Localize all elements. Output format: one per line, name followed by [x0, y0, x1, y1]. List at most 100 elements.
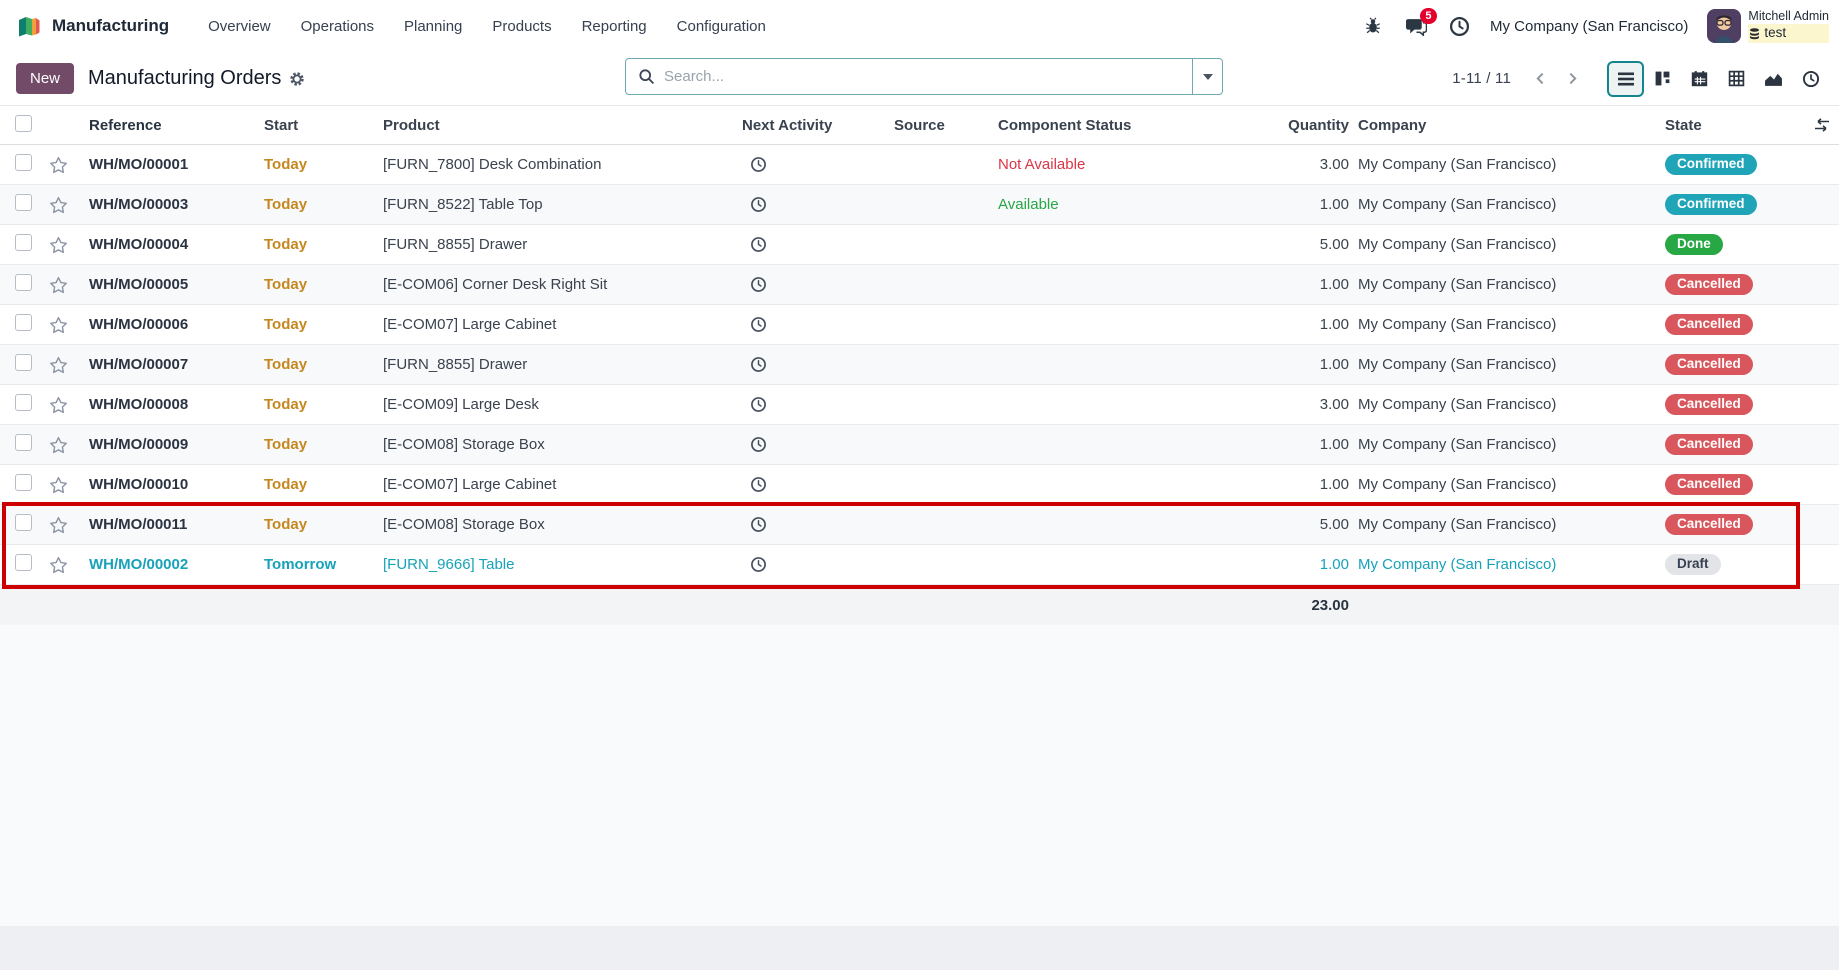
row-reference: WH/MO/00008: [76, 396, 264, 413]
company-selector[interactable]: My Company (San Francisco): [1490, 18, 1688, 35]
state-badge: Cancelled: [1665, 434, 1753, 456]
menu-planning[interactable]: Planning: [393, 10, 473, 43]
search-icon: [638, 68, 655, 85]
search-input[interactable]: [664, 68, 1180, 85]
favorite-star-icon[interactable]: [40, 516, 76, 534]
empty-content-area: [0, 625, 1839, 926]
table-row[interactable]: WH/MO/00011 Today [E-COM08] Storage Box …: [0, 505, 1839, 545]
favorite-star-icon[interactable]: [40, 316, 76, 334]
next-activity-clock-icon[interactable]: [742, 196, 894, 213]
table-body: WH/MO/00001 Today [FURN_7800] Desk Combi…: [0, 145, 1839, 585]
page-title: Manufacturing Orders: [88, 67, 281, 90]
row-checkbox[interactable]: [15, 394, 32, 411]
select-all-checkbox-cell: [0, 115, 40, 136]
next-activity-clock-icon[interactable]: [742, 356, 894, 373]
table-row[interactable]: WH/MO/00001 Today [FURN_7800] Desk Combi…: [0, 145, 1839, 185]
table-row[interactable]: WH/MO/00005 Today [E-COM06] Corner Desk …: [0, 265, 1839, 305]
row-checkbox[interactable]: [15, 314, 32, 331]
list-view: Reference Start Product Next Activity So…: [0, 105, 1839, 926]
header-company[interactable]: Company: [1349, 117, 1657, 134]
message-count-badge: 5: [1420, 8, 1437, 24]
table-row[interactable]: WH/MO/00002 Tomorrow [FURN_9666] Table 1…: [0, 545, 1839, 585]
header-next-activity[interactable]: Next Activity: [742, 117, 894, 134]
table-row[interactable]: WH/MO/00004 Today [FURN_8855] Drawer 5.0…: [0, 225, 1839, 265]
calendar-view-button[interactable]: [1681, 61, 1718, 97]
row-start-date: Today: [264, 516, 383, 533]
debug-bug-icon[interactable]: [1361, 14, 1385, 38]
search-input-zone[interactable]: [626, 59, 1192, 94]
favorite-star-icon[interactable]: [40, 156, 76, 174]
app-name: Manufacturing: [52, 16, 169, 36]
favorite-star-icon[interactable]: [40, 436, 76, 454]
row-checkbox[interactable]: [15, 274, 32, 291]
messages-icon[interactable]: 5: [1404, 14, 1428, 38]
user-menu[interactable]: Mitchell Admin test: [1707, 9, 1829, 44]
next-activity-clock-icon[interactable]: [742, 476, 894, 493]
list-view-button[interactable]: [1607, 61, 1644, 97]
row-checkbox[interactable]: [15, 354, 32, 371]
row-product: [FURN_8522] Table Top: [383, 196, 742, 213]
table-row[interactable]: WH/MO/00010 Today [E-COM07] Large Cabine…: [0, 465, 1839, 505]
kanban-view-button[interactable]: [1644, 61, 1681, 97]
next-activity-clock-icon[interactable]: [742, 516, 894, 533]
pager-previous-icon[interactable]: [1525, 62, 1555, 96]
row-reference: WH/MO/00006: [76, 316, 264, 333]
graph-view-button[interactable]: [1755, 61, 1792, 97]
header-reference[interactable]: Reference: [76, 117, 264, 134]
row-checkbox[interactable]: [15, 154, 32, 171]
next-activity-clock-icon[interactable]: [742, 436, 894, 453]
row-checkbox[interactable]: [15, 474, 32, 491]
table-row[interactable]: WH/MO/00008 Today [E-COM09] Large Desk 3…: [0, 385, 1839, 425]
row-start-date: Today: [264, 316, 383, 333]
menu-configuration[interactable]: Configuration: [666, 10, 777, 43]
pager-next-icon[interactable]: [1557, 62, 1587, 96]
pager-value[interactable]: 1-11 / 11: [1452, 70, 1511, 87]
row-checkbox[interactable]: [15, 514, 32, 531]
next-activity-clock-icon[interactable]: [742, 556, 894, 573]
favorite-star-icon[interactable]: [40, 276, 76, 294]
menu-operations[interactable]: Operations: [290, 10, 385, 43]
favorite-star-icon[interactable]: [40, 476, 76, 494]
favorite-star-icon[interactable]: [40, 196, 76, 214]
table-row[interactable]: WH/MO/00009 Today [E-COM08] Storage Box …: [0, 425, 1839, 465]
new-button[interactable]: New: [16, 63, 74, 94]
activity-view-button[interactable]: [1792, 61, 1829, 97]
app-switcher[interactable]: Manufacturing: [16, 13, 169, 39]
favorite-star-icon[interactable]: [40, 556, 76, 574]
top-navbar: Manufacturing Overview Operations Planni…: [0, 0, 1839, 52]
header-component-status[interactable]: Component Status: [998, 117, 1249, 134]
table-row[interactable]: WH/MO/00003 Today [FURN_8522] Table Top …: [0, 185, 1839, 225]
row-start-date: Today: [264, 236, 383, 253]
next-activity-clock-icon[interactable]: [742, 316, 894, 333]
menu-products[interactable]: Products: [481, 10, 562, 43]
search-dropdown-toggle[interactable]: [1192, 59, 1222, 94]
header-source[interactable]: Source: [894, 117, 998, 134]
next-activity-clock-icon[interactable]: [742, 396, 894, 413]
row-checkbox[interactable]: [15, 234, 32, 251]
header-state[interactable]: State: [1657, 117, 1805, 134]
next-activity-clock-icon[interactable]: [742, 276, 894, 293]
header-quantity[interactable]: Quantity: [1249, 117, 1349, 134]
activities-clock-icon[interactable]: [1447, 14, 1471, 38]
gear-icon[interactable]: [289, 71, 305, 87]
row-checkbox[interactable]: [15, 434, 32, 451]
table-row[interactable]: WH/MO/00007 Today [FURN_8855] Drawer 1.0…: [0, 345, 1839, 385]
header-start[interactable]: Start: [264, 117, 383, 134]
row-reference: WH/MO/00011: [76, 516, 264, 533]
header-product[interactable]: Product: [383, 117, 742, 134]
table-row[interactable]: WH/MO/00006 Today [E-COM07] Large Cabine…: [0, 305, 1839, 345]
row-checkbox[interactable]: [15, 554, 32, 571]
favorite-star-icon[interactable]: [40, 356, 76, 374]
pivot-view-button[interactable]: [1718, 61, 1755, 97]
menu-overview[interactable]: Overview: [197, 10, 282, 43]
breadcrumb: Manufacturing Orders: [88, 67, 305, 90]
next-activity-clock-icon[interactable]: [742, 156, 894, 173]
next-activity-clock-icon[interactable]: [742, 236, 894, 253]
row-checkbox[interactable]: [15, 194, 32, 211]
select-all-checkbox[interactable]: [15, 115, 32, 132]
menu-reporting[interactable]: Reporting: [571, 10, 658, 43]
favorite-star-icon[interactable]: [40, 236, 76, 254]
favorite-star-icon[interactable]: [40, 396, 76, 414]
row-reference: WH/MO/00002: [76, 556, 264, 573]
optional-columns-icon[interactable]: [1805, 118, 1839, 132]
